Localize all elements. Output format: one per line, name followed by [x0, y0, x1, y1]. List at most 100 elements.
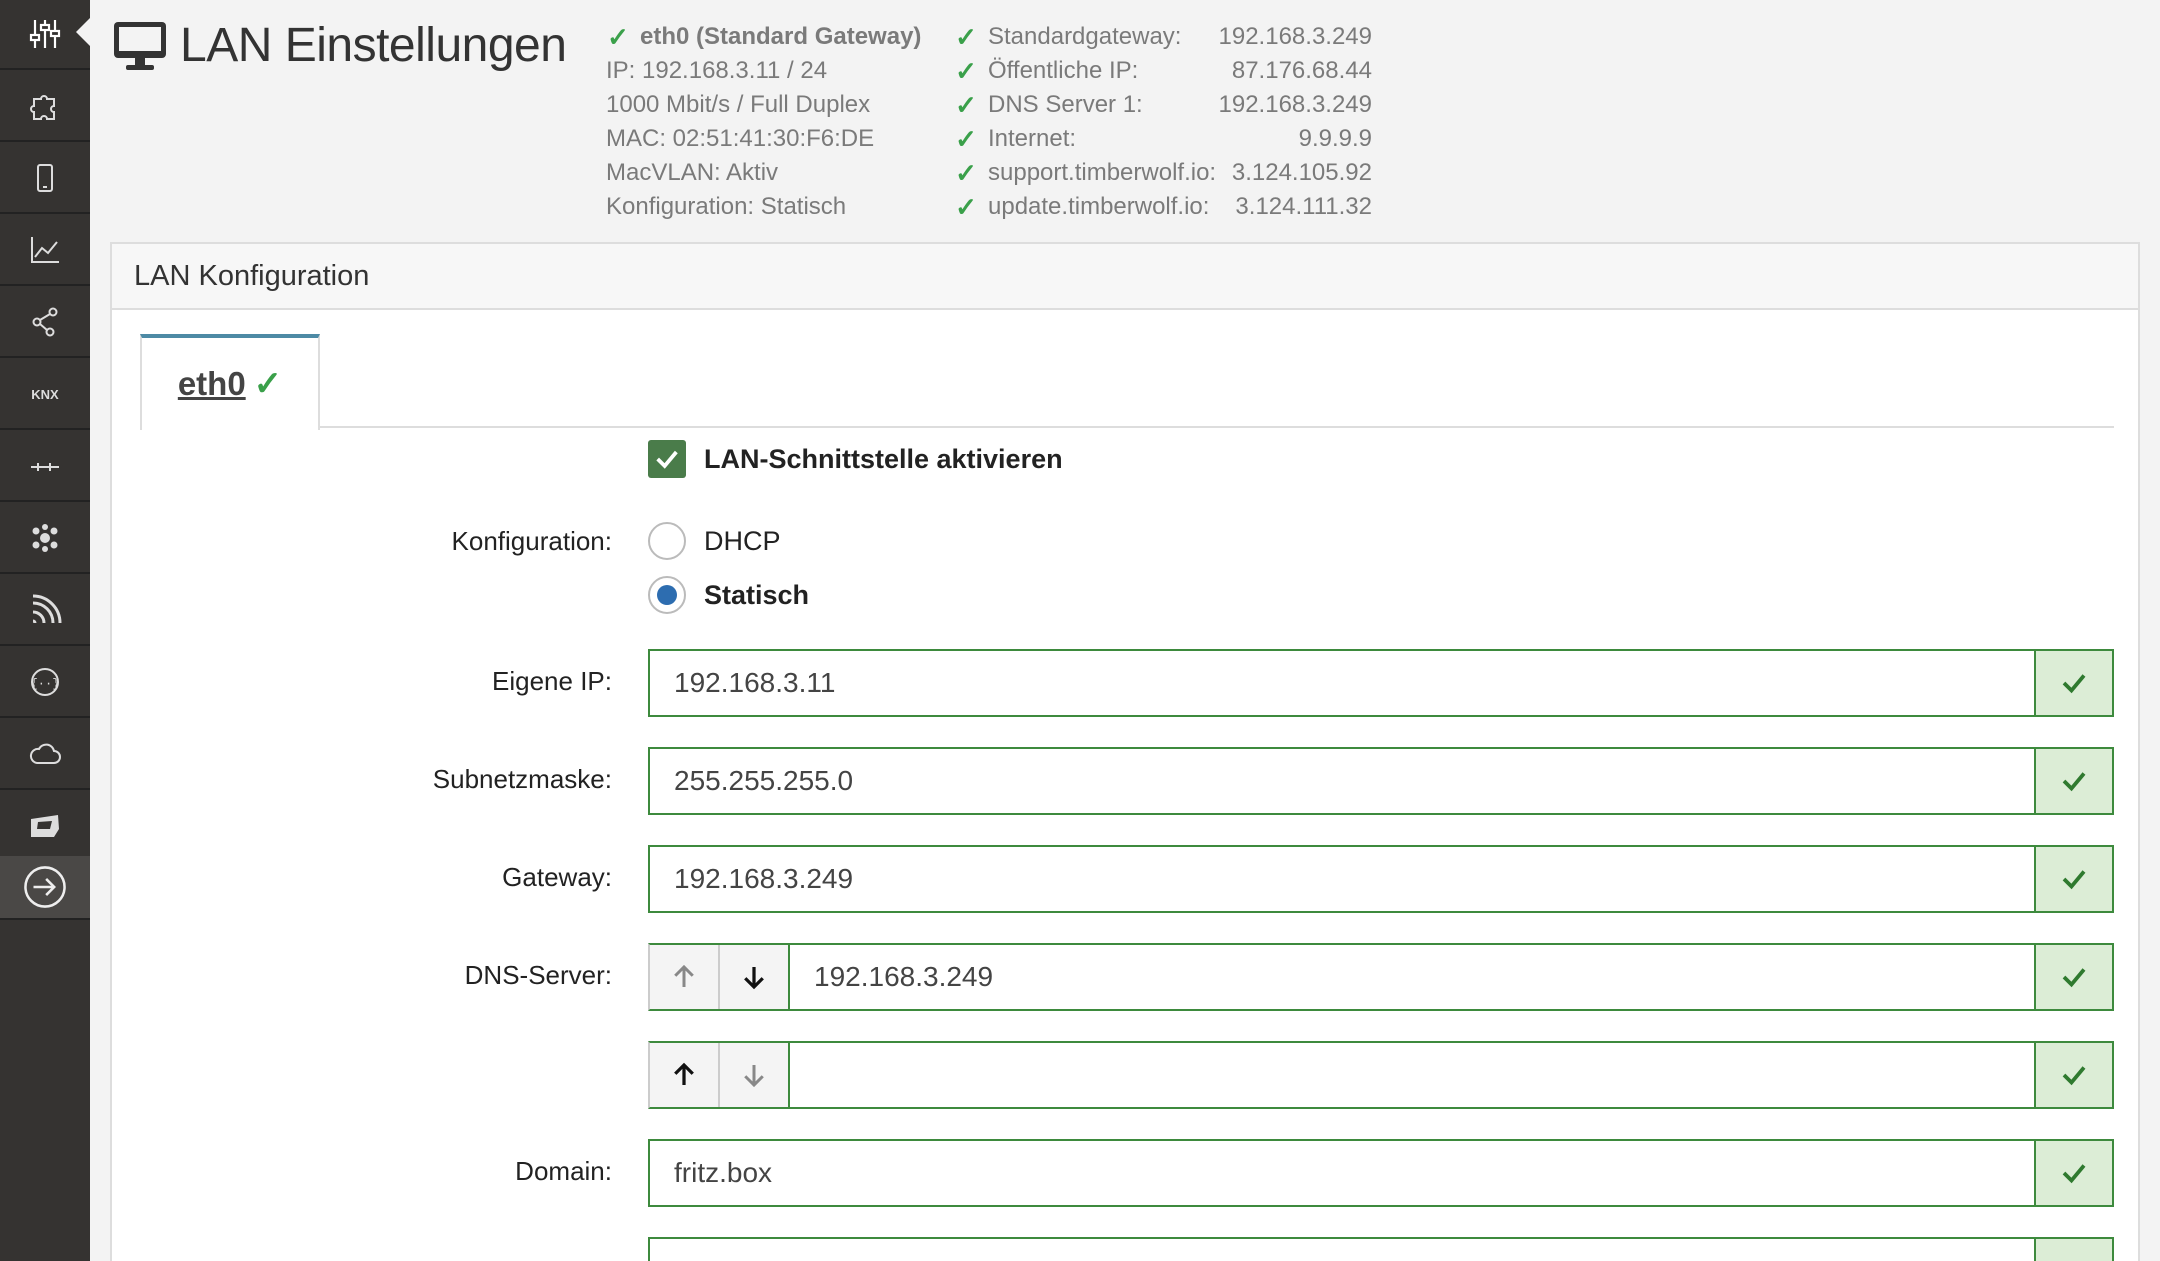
- check-icon: [2062, 1066, 2086, 1086]
- next-field-partial[interactable]: [648, 1237, 2114, 1261]
- sidebar-item-mobile[interactable]: [0, 144, 90, 214]
- share-icon: [32, 307, 58, 337]
- svg-text:KNX: KNX: [31, 387, 59, 402]
- domain-field[interactable]: fritz.box: [648, 1139, 2114, 1207]
- gateway-input[interactable]: 192.168.3.249: [650, 847, 2034, 911]
- sidebar-item-logic[interactable]: [0, 288, 90, 358]
- status-line: ✓ support.timberwolf.io: 3.124.105.92: [954, 156, 1372, 190]
- dns1-order-buttons: [650, 945, 790, 1009]
- check-icon: [2062, 870, 2086, 890]
- cloud-icon: [29, 743, 61, 764]
- check-icon: ✓: [955, 22, 977, 52]
- interface-macvlan: MacVLAN: Aktiv: [606, 159, 779, 186]
- puzzle-icon: [30, 95, 55, 120]
- gateway-field[interactable]: 192.168.3.249: [648, 845, 2114, 913]
- sidebar-item-charts[interactable]: [0, 216, 90, 286]
- sidebar-item-cluster[interactable]: [0, 504, 90, 574]
- dns2-move-down-button[interactable]: [720, 1043, 790, 1107]
- arrow-down-icon: [744, 1065, 764, 1088]
- enable-checkbox[interactable]: [648, 440, 686, 478]
- enable-row: LAN-Schnittstelle aktivieren: [648, 440, 1063, 478]
- status-label: support.timberwolf.io:: [988, 159, 1217, 186]
- sidebar-item-feeds[interactable]: [0, 576, 90, 646]
- status-label: Standardgateway:: [988, 23, 1182, 50]
- enable-label: LAN-Schnittstelle aktivieren: [704, 443, 1063, 474]
- sidebar-item-cloud[interactable]: [0, 720, 90, 790]
- dns2-move-up-button[interactable]: [650, 1043, 720, 1107]
- tab-bar: eth0 ✓: [140, 334, 2114, 430]
- api-icon: {··}: [31, 668, 59, 696]
- check-icon: ✓: [253, 365, 283, 403]
- status-line: ✓ DNS Server 1: 192.168.3.249: [954, 88, 1372, 122]
- dns2-input[interactable]: [790, 1043, 2034, 1107]
- ip-field[interactable]: 192.168.3.11: [648, 649, 2114, 717]
- status-label: update.timberwolf.io:: [988, 193, 1210, 220]
- rss-icon: [32, 594, 62, 624]
- dns1-move-up-button[interactable]: [650, 945, 720, 1009]
- interface-status: ✓ eth0 (Standard Gateway) IP: 192.168.3.1…: [606, 20, 921, 224]
- interface-name-line: ✓ eth0 (Standard Gateway): [606, 20, 921, 54]
- check-icon: ✓: [955, 90, 977, 120]
- status-value: 3.124.111.32: [1235, 193, 1372, 220]
- sidebar: KNX {··}: [0, 0, 90, 1261]
- valid-indicator: [2034, 1141, 2112, 1205]
- check-icon: ✓: [955, 192, 977, 222]
- radio-selected-dot: [657, 585, 677, 605]
- knx-icon: KNX: [31, 387, 59, 402]
- radio-dhcp[interactable]: [648, 522, 686, 560]
- radio-dhcp-row[interactable]: DHCP: [648, 522, 781, 560]
- valid-indicator: [2034, 651, 2112, 715]
- dns1-input[interactable]: 192.168.3.249: [790, 945, 2034, 1009]
- gateway-label: Gateway:: [502, 862, 612, 892]
- interface-name: eth0 (Standard Gateway): [640, 23, 922, 50]
- arrow-down-icon: [744, 967, 764, 990]
- status-line: ✓ Internet: 9.9.9.9: [954, 122, 1372, 156]
- sidebar-item-bus[interactable]: [0, 432, 90, 502]
- dns2-order-buttons: [650, 1043, 790, 1107]
- status-value: 87.176.68.44: [1231, 57, 1372, 84]
- radio-static[interactable]: [648, 576, 686, 614]
- monitor-icon: [114, 21, 166, 70]
- valid-indicator: [2034, 847, 2112, 911]
- interface-mac: MAC: 02:51:41:30:F6:DE: [606, 125, 875, 152]
- ip-input[interactable]: 192.168.3.11: [650, 651, 2034, 715]
- next-input[interactable]: [650, 1239, 2034, 1261]
- arrow-up-icon: [674, 964, 694, 987]
- sidebar-item-logout[interactable]: [0, 856, 90, 920]
- ip-label: Eigene IP:: [492, 666, 612, 696]
- sidebar-item-service[interactable]: [0, 792, 90, 862]
- radio-static-row[interactable]: Statisch: [648, 576, 809, 614]
- subnet-field[interactable]: 255.255.255.0: [648, 747, 2114, 815]
- dns2-field[interactable]: [648, 1041, 2114, 1109]
- status-line: ✓ update.timberwolf.io: 3.124.111.32: [954, 190, 1372, 224]
- valid-indicator: [2034, 1043, 2112, 1107]
- konfiguration-label: Konfiguration:: [451, 526, 612, 556]
- sidebar-active-pointer: [76, 18, 90, 46]
- sidebar-item-plugins[interactable]: [0, 72, 90, 142]
- sidebar-item-knx[interactable]: KNX: [0, 360, 90, 430]
- flag-icon: [31, 815, 59, 837]
- panel-title: LAN Konfiguration: [112, 244, 2138, 310]
- status-label: Öffentliche IP:: [988, 57, 1139, 84]
- checkmark-icon: [656, 450, 678, 469]
- chart-icon: [31, 237, 59, 263]
- sidebar-item-api[interactable]: {··}: [0, 648, 90, 718]
- radio-static-label: Statisch: [704, 579, 810, 610]
- mobile-icon: [37, 164, 53, 192]
- check-icon: ✓: [955, 56, 977, 86]
- dns-label: DNS-Server:: [464, 960, 612, 990]
- check-icon: [2062, 1164, 2086, 1184]
- tab-eth0[interactable]: eth0 ✓: [140, 334, 320, 430]
- domain-label: Domain:: [515, 1156, 612, 1186]
- check-icon: [2062, 674, 2086, 694]
- subnet-input[interactable]: 255.255.255.0: [650, 749, 2034, 813]
- check-icon: [2062, 772, 2086, 792]
- domain-input[interactable]: fritz.box: [650, 1141, 2034, 1205]
- dns1-field[interactable]: 192.168.3.249: [648, 943, 2114, 1011]
- check-icon: [2062, 968, 2086, 988]
- network-status: ✓ Standardgateway: 192.168.3.249 ✓ Öffentli…: [954, 20, 1372, 224]
- dns1-move-down-button[interactable]: [720, 945, 790, 1009]
- cluster-icon: [32, 524, 58, 552]
- check-icon: ✓: [955, 124, 977, 154]
- status-value: 9.9.9.9: [1298, 125, 1372, 152]
